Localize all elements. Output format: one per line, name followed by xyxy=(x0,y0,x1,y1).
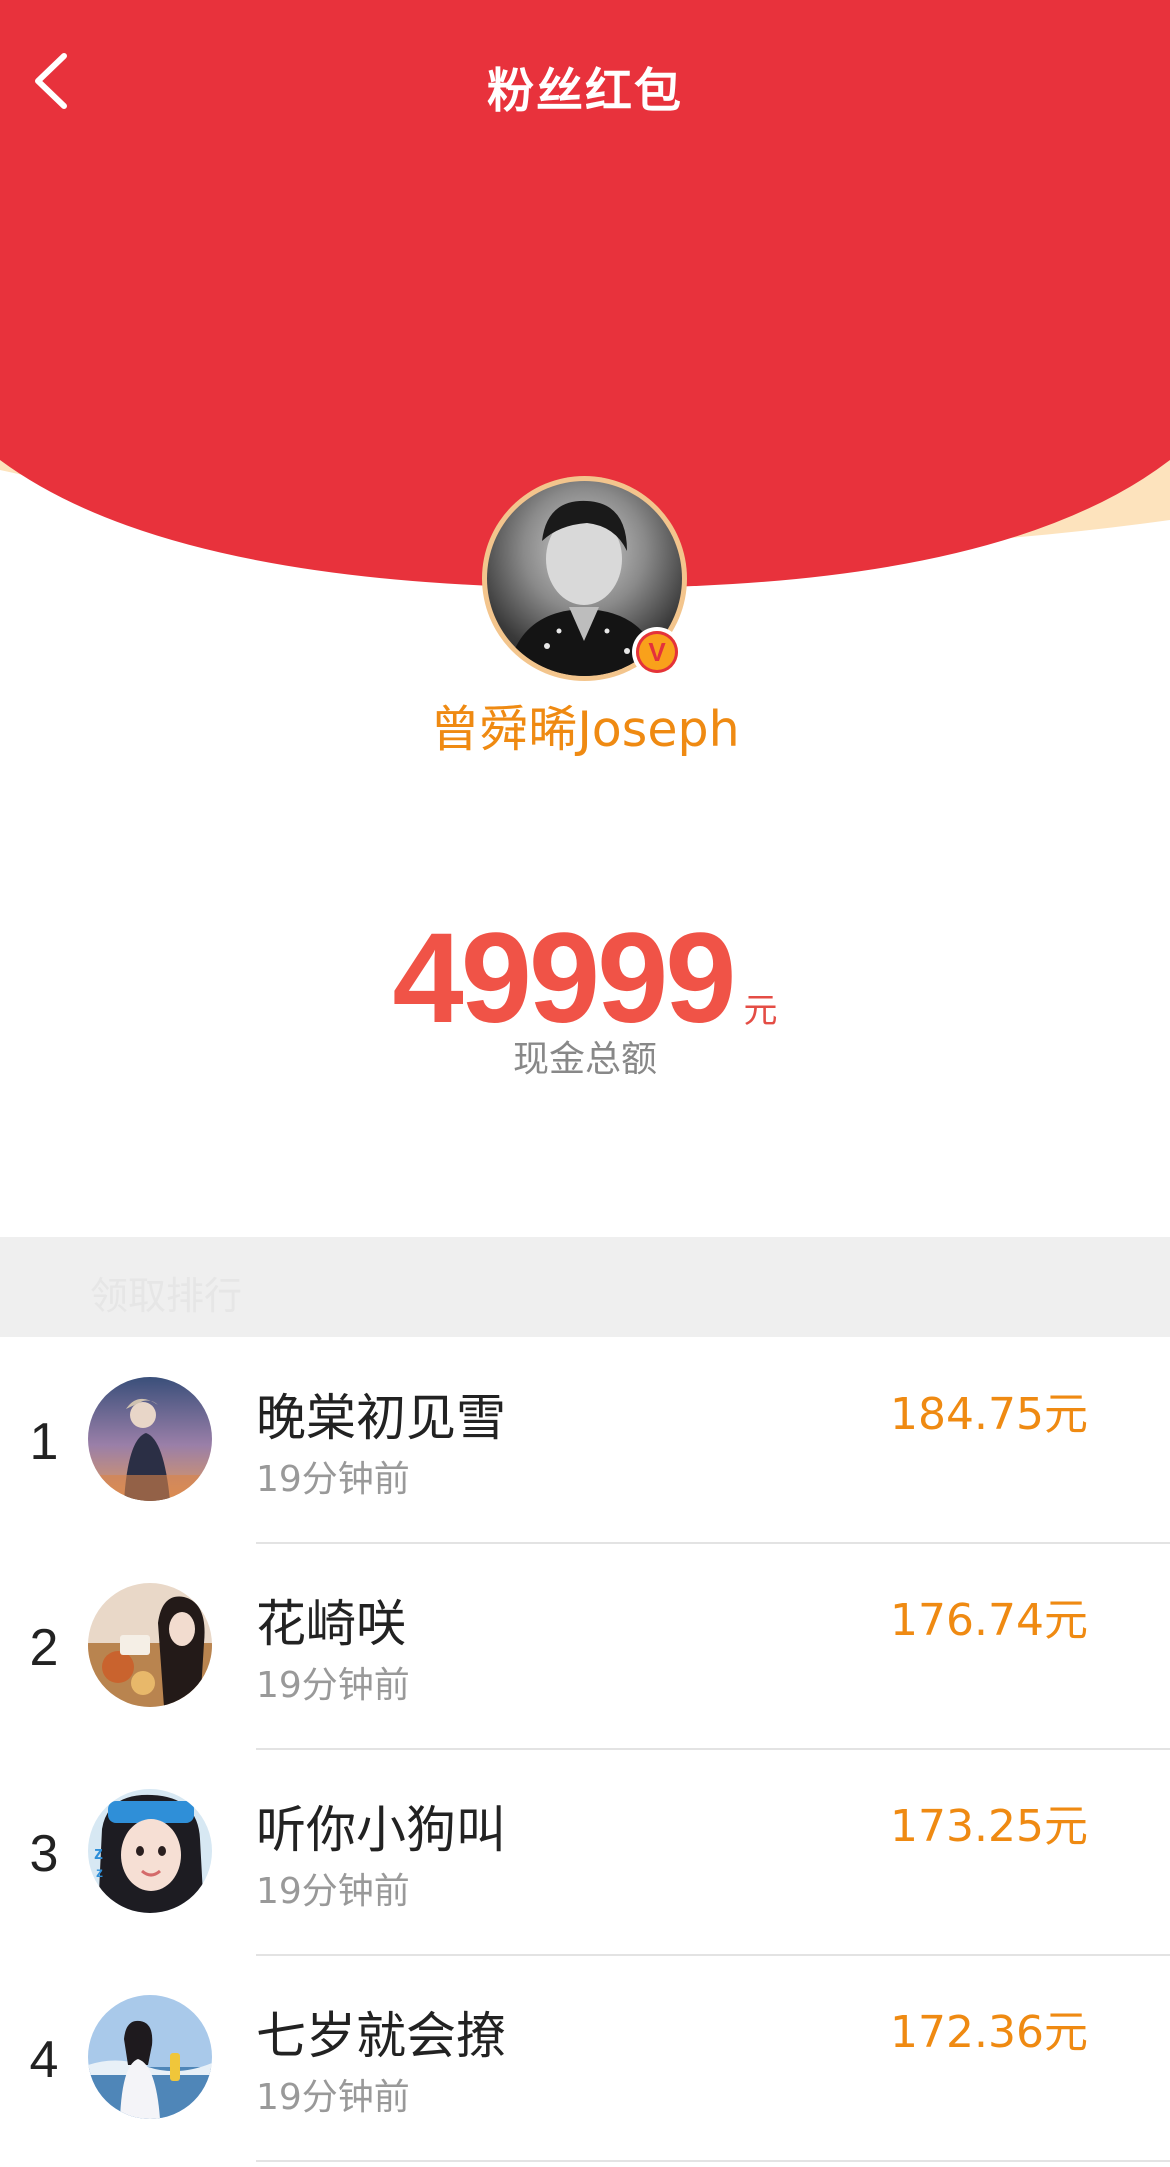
list-item[interactable]: 4 七岁就会撩 19分钟前 172.36元 xyxy=(0,1956,1170,2162)
rank-number: 4 xyxy=(29,2031,59,2089)
page-title: 粉丝红包 xyxy=(487,64,683,119)
avatar-image xyxy=(88,1377,212,1501)
time-ago: 19分钟前 xyxy=(256,1665,410,1706)
avatar-image: z z xyxy=(88,1789,212,1913)
verified-v-icon: V xyxy=(632,627,682,677)
avatar[interactable] xyxy=(88,1583,212,1707)
verified-badge-text: V xyxy=(636,631,678,673)
user-name: 花崎咲 xyxy=(256,1595,406,1653)
user-name: 听你小狗叫 xyxy=(256,1801,506,1859)
avatar-image xyxy=(88,1995,212,2119)
ranking-section-label: 领取排行 xyxy=(90,1274,243,1318)
rank-number: 1 xyxy=(29,1413,59,1471)
user-name: 七岁就会撩 xyxy=(256,2007,506,2065)
time-ago: 19分钟前 xyxy=(256,1871,410,1912)
avatar[interactable]: z z xyxy=(88,1789,212,1913)
rank-number: 3 xyxy=(29,1825,59,1883)
received-amount: 172.36元 xyxy=(890,2007,1088,2058)
time-ago: 19分钟前 xyxy=(256,1459,410,1500)
avatar[interactable] xyxy=(88,1995,212,2119)
svg-text:z: z xyxy=(94,1843,103,1863)
total-amount-value: 49999 xyxy=(392,907,737,1050)
avatar[interactable] xyxy=(88,1377,212,1501)
total-amount-unit: 元 xyxy=(743,991,778,1031)
divider xyxy=(256,2160,1170,2162)
avatar-image xyxy=(88,1583,212,1707)
list-item[interactable]: 1 晚棠初见雪 19分钟前 184.75元 xyxy=(0,1338,1170,1544)
received-amount: 176.74元 xyxy=(890,1595,1088,1646)
svg-text:z: z xyxy=(96,1864,103,1880)
host-name[interactable]: 曾舜晞Joseph xyxy=(0,690,1170,761)
total-amount-label: 现金总额 xyxy=(512,1039,657,1080)
list-item[interactable]: 2 花崎咲 19分钟前 176.74元 xyxy=(0,1544,1170,1750)
received-amount: 184.75元 xyxy=(890,1389,1088,1440)
received-amount: 173.25元 xyxy=(890,1801,1088,1852)
user-name: 晚棠初见雪 xyxy=(256,1389,506,1447)
rank-number: 2 xyxy=(29,1619,59,1677)
ranking-section-header: 领取排行 xyxy=(0,1237,1170,1337)
list-item[interactable]: 3 z z 听你小狗叫 19分钟前 173.25元 xyxy=(0,1750,1170,1956)
ranking-list: 1 晚棠初见雪 19分钟前 184.75元 2 花崎咲 19分钟前 176.74… xyxy=(0,1338,1170,2162)
time-ago: 19分钟前 xyxy=(256,2077,410,2118)
